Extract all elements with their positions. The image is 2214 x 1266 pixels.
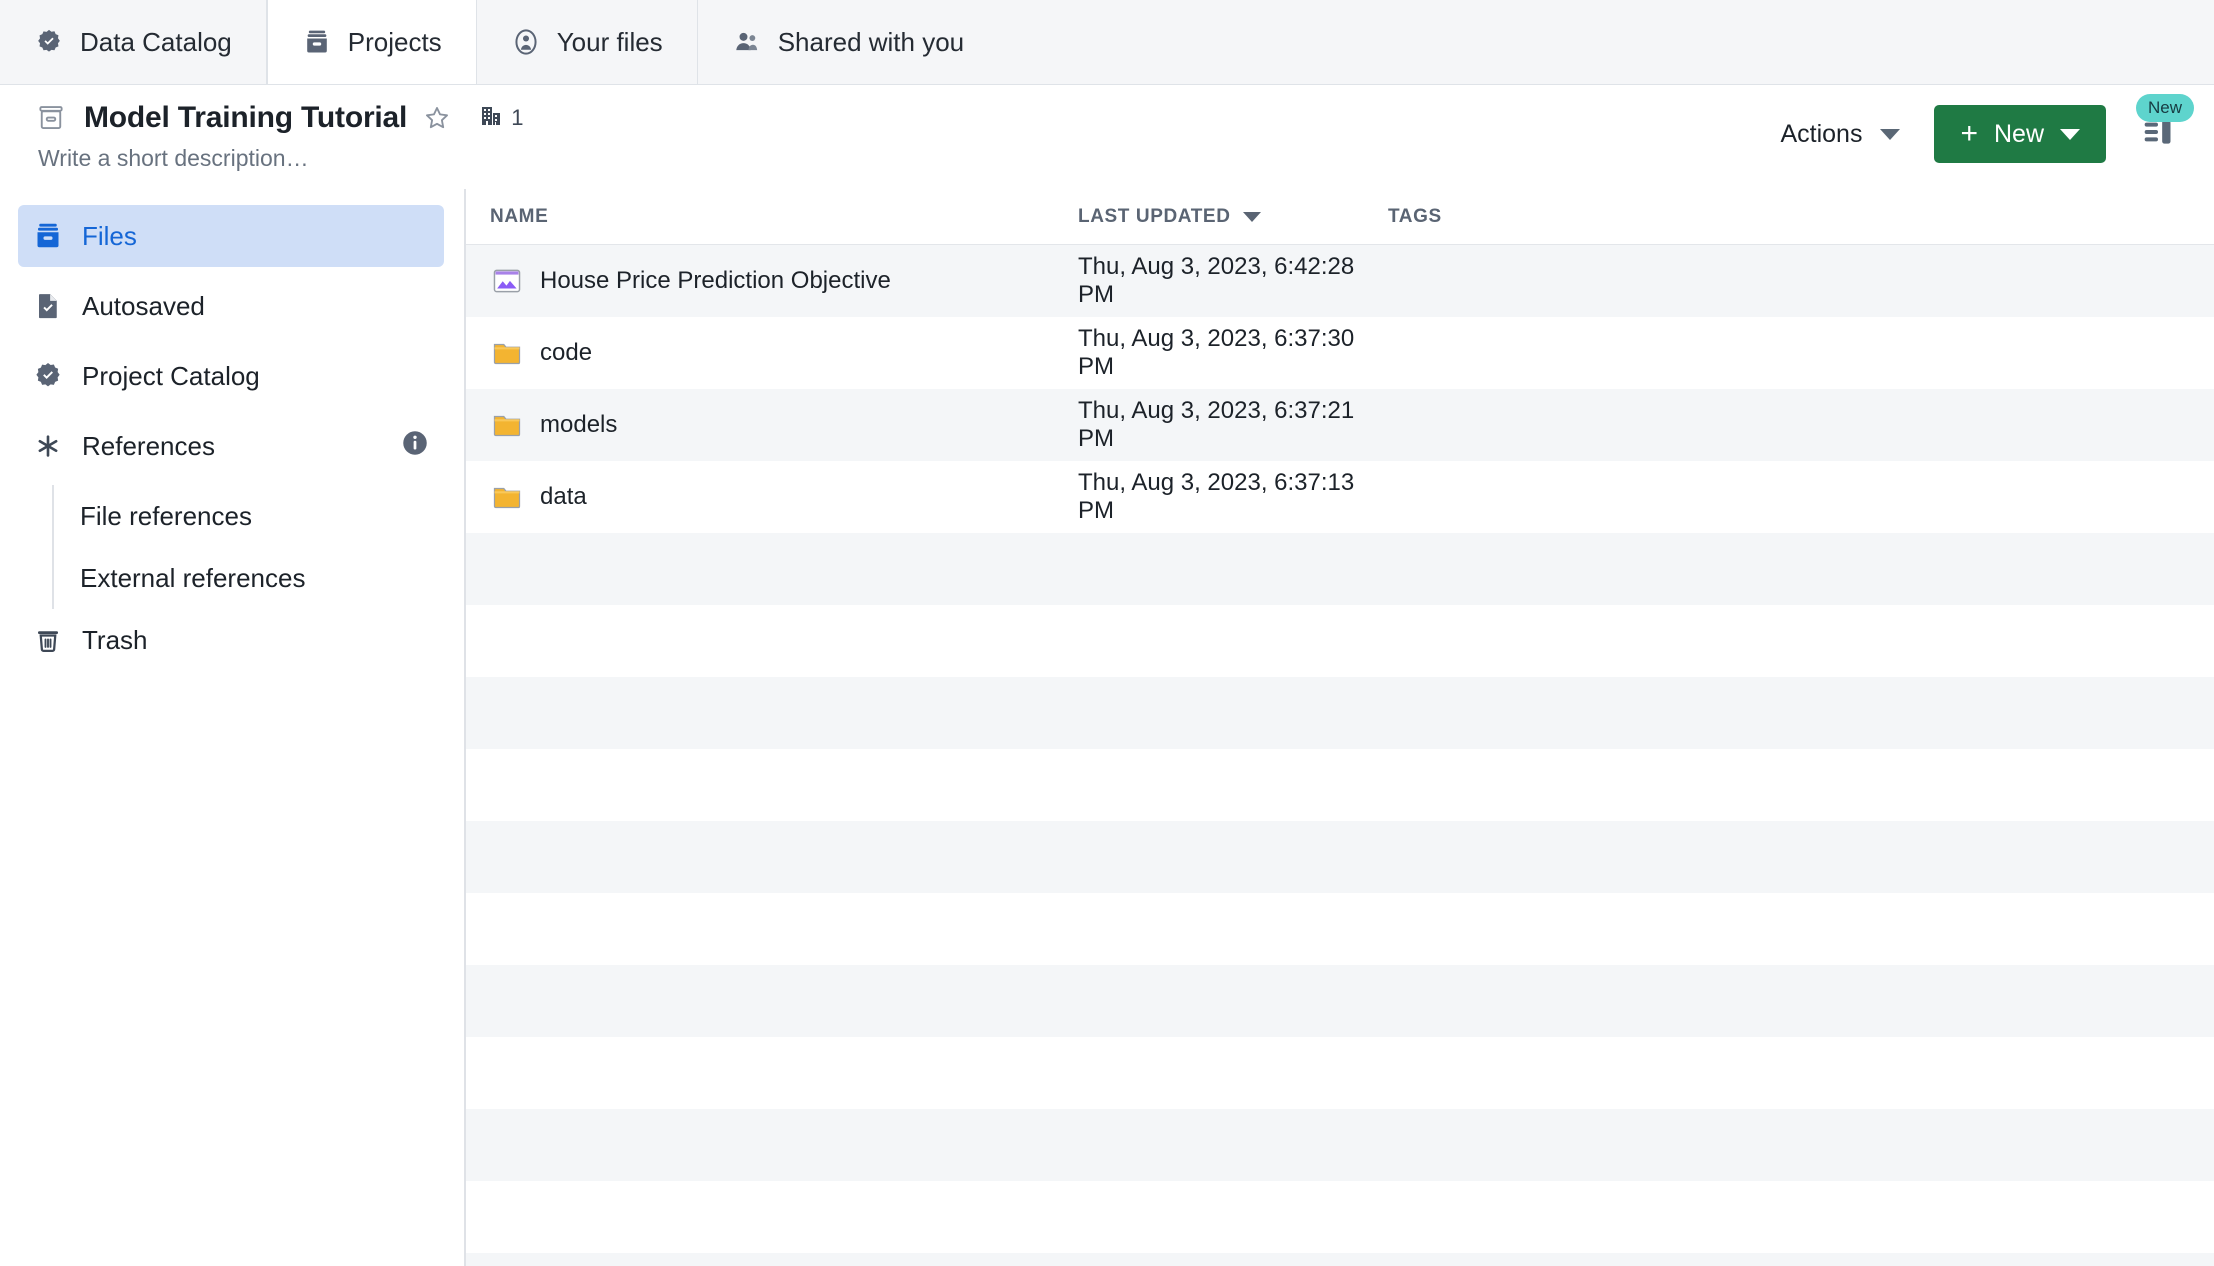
folder-icon (490, 336, 524, 370)
sidebar-item-label: Project Catalog (82, 360, 260, 391)
sidebar-sub-label: External references (80, 562, 306, 593)
sidebar-item-label: Autosaved (82, 290, 205, 321)
tab-shared-with-you[interactable]: Shared with you (698, 0, 998, 84)
info-icon[interactable] (400, 428, 430, 465)
tab-your-files[interactable]: Your files (477, 0, 698, 84)
file-name-link[interactable]: House Price Prediction Objective (540, 267, 891, 295)
table-row-empty (466, 605, 2214, 677)
table-row-empty (466, 965, 2214, 1037)
building-icon (479, 104, 503, 133)
side-panel-toggle[interactable]: New (2130, 94, 2195, 162)
file-name-link[interactable]: data (540, 483, 587, 511)
table-row-empty (466, 749, 2214, 821)
file-name-link[interactable]: models (540, 411, 617, 439)
references-sub-items: File references External references (52, 485, 466, 609)
tab-label: Shared with you (777, 26, 965, 57)
project-title-row: Model Training Tutorial 1 (36, 101, 523, 135)
badge-check-icon (34, 27, 64, 57)
folder-icon (490, 480, 524, 514)
tab-projects[interactable]: Projects (266, 0, 477, 84)
sidebar-item-label: Files (82, 220, 137, 251)
project-description-input[interactable]: Write a short description… (38, 145, 523, 172)
tab-label: Data Catalog (80, 26, 232, 57)
cell-last-updated: Thu, Aug 3, 2023, 6:42:28 PM (1078, 253, 1355, 308)
sidebar-item-label: Trash (82, 624, 148, 655)
table-row[interactable]: House Price Prediction Objective Thu, Aug… (466, 245, 2214, 317)
new-badge: New (2136, 94, 2195, 123)
project-header-left: Model Training Tutorial 1 Write a short … (36, 85, 523, 172)
actions-button[interactable]: Actions (1766, 112, 1914, 157)
tab-label: Projects (347, 26, 442, 57)
cell-last-updated: Thu, Aug 3, 2023, 6:37:13 PM (1078, 469, 1355, 524)
table-row-empty (466, 1037, 2214, 1109)
tab-label: Your files (556, 26, 663, 57)
column-header-tags[interactable]: TAGS (1388, 206, 2214, 228)
folder-icon (490, 408, 524, 442)
user-circle-icon (511, 27, 541, 57)
people-icon (732, 27, 762, 57)
cell-name: models (466, 408, 1078, 442)
file-name-link[interactable]: code (540, 339, 592, 367)
table-header-row: NAME LAST UPDATED TAGS (466, 189, 2214, 245)
actions-button-label: Actions (1780, 119, 1863, 148)
organization-count[interactable]: 1 (479, 104, 523, 133)
organization-count-value: 1 (511, 105, 524, 130)
cell-name: House Price Prediction Objective (466, 264, 1078, 298)
sidebar-sub-label: File references (80, 500, 252, 531)
sort-descending-icon (1242, 211, 1261, 222)
new-button-label: New (1993, 119, 2044, 148)
sidebar-item-autosaved[interactable]: Autosaved (18, 275, 444, 337)
new-button[interactable]: + New (1934, 105, 2106, 163)
column-header-last-updated[interactable]: LAST UPDATED (1078, 206, 1388, 228)
sidebar-item-project-catalog[interactable]: Project Catalog (18, 345, 444, 407)
table-row-empty (466, 1109, 2214, 1181)
project-sidebar: Files Autosaved Project Catalog Referenc… (0, 189, 466, 1266)
cell-last-updated: Thu, Aug 3, 2023, 6:37:30 PM (1078, 325, 1355, 380)
project-header-actions: Actions + New New (1766, 85, 2195, 163)
cell-last-updated: Thu, Aug 3, 2023, 6:37:21 PM (1078, 397, 1355, 452)
files-table: NAME LAST UPDATED TAGS House Price Predi… (466, 189, 2214, 1266)
chevron-down-icon (1880, 128, 1901, 140)
main-body: Files Autosaved Project Catalog Referenc… (0, 189, 2214, 1266)
plus-icon: + (1960, 117, 1978, 150)
asterisk-icon (32, 430, 64, 462)
sidebar-item-label: References (82, 430, 215, 461)
table-row-empty (466, 893, 2214, 965)
trash-icon (32, 624, 64, 656)
star-outline-icon[interactable] (423, 103, 453, 133)
table-row[interactable]: data Thu, Aug 3, 2023, 6:37:13 PM (466, 461, 2214, 533)
table-row-empty (466, 821, 2214, 893)
sidebar-item-trash[interactable]: Trash (18, 609, 444, 671)
tab-data-catalog[interactable]: Data Catalog (0, 0, 267, 84)
document-check-icon (32, 290, 64, 322)
table-row-empty (466, 1253, 2214, 1266)
cell-name: data (466, 480, 1078, 514)
column-header-label: LAST UPDATED (1078, 205, 1231, 227)
sidebar-item-external-references[interactable]: External references (54, 547, 466, 609)
column-header-name[interactable]: NAME (466, 206, 1078, 228)
table-row[interactable]: models Thu, Aug 3, 2023, 6:37:21 PM (466, 389, 2214, 461)
archive-box-icon (32, 220, 64, 252)
chevron-down-icon (2060, 128, 2080, 140)
table-body: House Price Prediction Objective Thu, Aug… (466, 245, 2214, 1266)
badge-check-icon (32, 360, 64, 392)
image-file-icon (490, 264, 524, 298)
sidebar-item-files[interactable]: Files (18, 205, 444, 267)
top-navigation-bar: Data Catalog Projects Your files Shared … (0, 0, 2214, 85)
archive-box-icon (302, 27, 332, 57)
sidebar-item-file-references[interactable]: File references (54, 485, 466, 547)
project-header: Model Training Tutorial 1 Write a short … (0, 85, 2214, 189)
table-row-empty (466, 677, 2214, 749)
cell-name: code (466, 336, 1078, 370)
table-row[interactable]: code Thu, Aug 3, 2023, 6:37:30 PM (466, 317, 2214, 389)
archive-box-icon (36, 102, 68, 134)
table-row-empty (466, 1181, 2214, 1253)
table-row-empty (466, 533, 2214, 605)
sidebar-item-references[interactable]: References (18, 415, 444, 477)
page-title: Model Training Tutorial (84, 101, 408, 134)
